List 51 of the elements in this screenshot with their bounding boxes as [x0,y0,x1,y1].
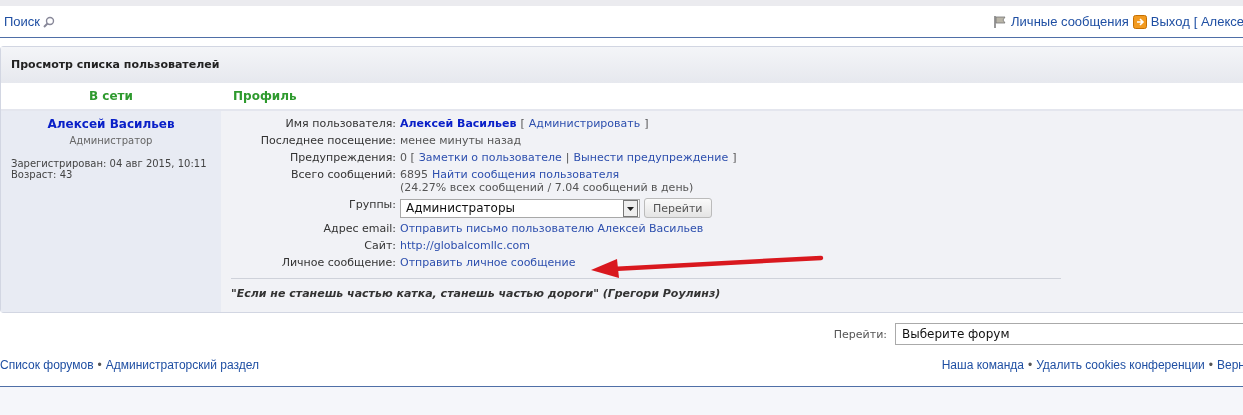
search-link[interactable]: Поиск [4,14,41,29]
field-value: (24.27% всех сообщений / 7.04 сообщений в день) [400,181,695,194]
field-label: Имя пользователя: [284,117,396,130]
field-value: ] [644,117,649,130]
field-value: [ [520,117,525,130]
profile-link[interactable]: http://globalcomllc.com [400,239,530,252]
field-label: Личное сообщение: [280,256,396,269]
group-select[interactable]: Администраторы [400,198,640,218]
footer-link[interactable]: Список форумов [0,358,94,372]
profile-link[interactable]: Вынести предупреждение [573,151,729,164]
field-label: Сайт: [363,239,396,252]
field-value: менее минуты назад [400,134,522,147]
field-value: 6895 [400,168,428,181]
separator: • [1027,358,1033,372]
profile-link[interactable]: Отправить личное сообщение [400,256,576,269]
field-label: Адрес email: [322,222,396,235]
logout-link[interactable]: Выход [1150,14,1190,29]
column-header: В сети [88,89,134,103]
separator: • [1208,358,1213,372]
exit-icon [1132,14,1147,29]
user-detail: Зарегистрирован: 04 авг 2015, 10:11 [11,158,208,169]
footer-link[interactable]: Удалить cookies конференции [1036,358,1205,372]
user-detail: Возраст: 43 [11,169,73,180]
go-button[interactable]: Перейти [644,198,712,218]
profile-link[interactable]: Найти сообщения пользователя [432,168,620,181]
profile-link[interactable]: Администрировать [528,117,641,130]
jump-label: Перейти: [833,327,887,341]
field-label: Всего сообщений: [290,168,396,183]
profile-link[interactable]: Отправить письмо пользователю Алексей Васильев [400,222,704,235]
dropdown-icon [623,199,638,217]
user-rank: Администратор [68,135,154,146]
panel-title: Просмотр списка пользователей [1,47,1243,83]
field-value: 0 [ [400,151,415,164]
field-value: ] [732,151,737,164]
footer-link[interactable]: Администраторский раздел [105,358,260,372]
signature: "Если не станешь частью катка, станешь частью дороги" (Грегори Роулинз) [231,286,722,302]
search-icon [43,15,56,28]
separator: • [97,358,102,372]
forum-select[interactable]: Выберите форум [895,323,1243,345]
field-value: | [565,151,570,164]
messages-link[interactable]: Личные сообщения [1011,14,1129,29]
username[interactable]: Алексей Васильев [1,117,221,131]
field-label: Последнее посещение: [259,134,396,147]
user-link[interactable]: [ Алексе [1193,14,1243,29]
flag-icon [993,14,1008,29]
field-label: Группы: [348,198,396,213]
column-header: Профиль [232,89,297,103]
username-link[interactable]: Алексей Васильев [400,117,517,130]
profile-link[interactable]: Заметки о пользователе [418,151,562,164]
footer-link[interactable]: Наша команда [941,358,1024,372]
field-label: Предупреждения: [288,151,396,164]
